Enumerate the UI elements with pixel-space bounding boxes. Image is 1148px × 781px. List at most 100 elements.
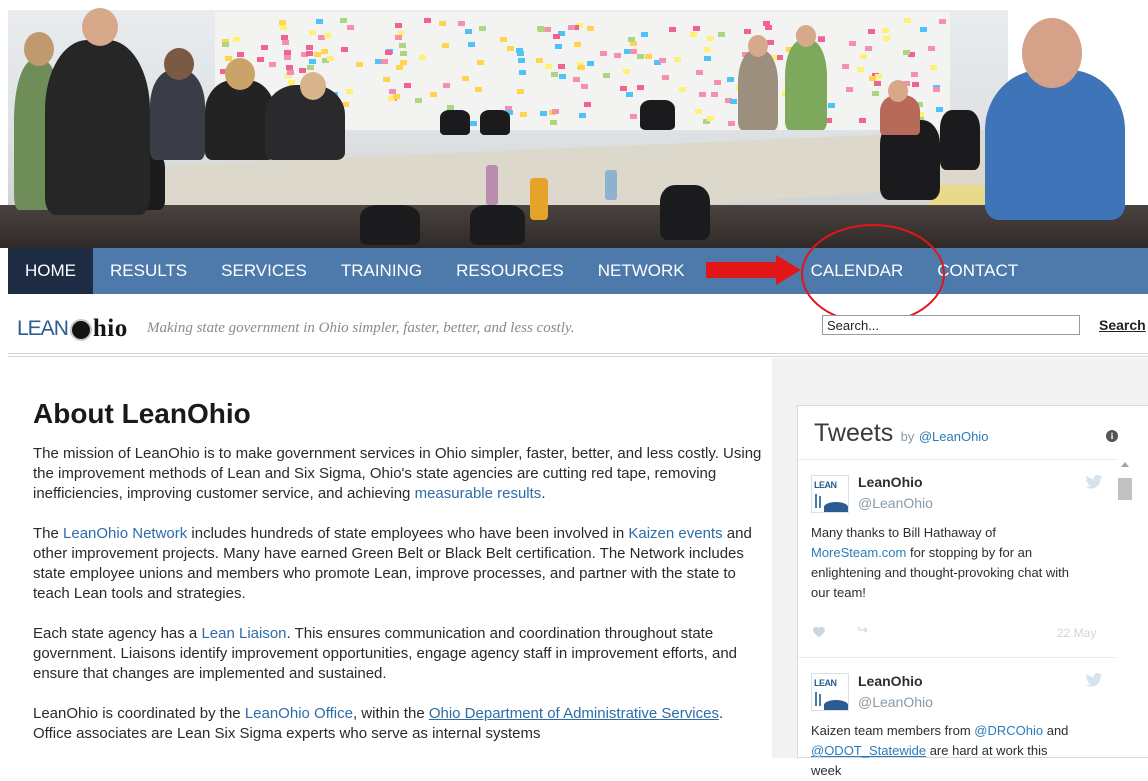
sticky-note — [707, 115, 715, 121]
nav-network[interactable]: NETWORK — [581, 248, 702, 294]
nav-resources[interactable]: RESOURCES — [439, 248, 581, 294]
sticky-note — [237, 51, 245, 57]
sticky-note — [400, 60, 408, 66]
hero-bottle — [605, 170, 617, 200]
scroll-up-arrow-icon[interactable] — [1121, 462, 1129, 467]
sticky-note — [625, 92, 633, 98]
sticky-note — [859, 54, 867, 60]
sticky-note — [659, 58, 667, 64]
page-title: About LeanOhio — [33, 398, 251, 429]
sticky-note — [579, 113, 587, 119]
tweet-mention-link[interactable]: @DRCOhio — [974, 723, 1043, 738]
nav-services[interactable]: SERVICES — [204, 248, 324, 294]
tweet-avatar[interactable]: LEAN — [811, 475, 849, 513]
nav-training[interactable]: TRAINING — [324, 248, 439, 294]
share-icon[interactable]: ↪ — [857, 622, 868, 638]
nav-calendar[interactable]: CALENDAR — [794, 248, 921, 294]
sticky-note — [222, 41, 230, 47]
tweets-handle-link[interactable]: @LeanOhio — [919, 429, 989, 444]
tweet-author-name[interactable]: LeanOhio — [858, 474, 923, 490]
sticky-note — [394, 35, 402, 41]
nav-home[interactable]: HOME — [8, 248, 93, 294]
sticky-note — [849, 40, 857, 46]
link-kaizen-events[interactable]: Kaizen events — [628, 525, 722, 542]
sticky-note — [550, 119, 558, 125]
sticky-note — [260, 44, 268, 50]
sticky-note — [399, 50, 407, 56]
tweet-link[interactable]: MoreSteam.com — [811, 545, 906, 560]
sticky-note — [284, 55, 292, 61]
sticky-note — [763, 20, 771, 26]
sticky-note — [536, 25, 544, 31]
tweet-text-part: and — [1043, 723, 1069, 738]
sticky-note — [714, 80, 722, 86]
sticky-note — [443, 82, 451, 88]
search-button[interactable]: Search — [1099, 317, 1146, 333]
sticky-note — [695, 109, 703, 115]
sticky-note — [882, 35, 890, 41]
link-lean-liaison[interactable]: Lean Liaison — [201, 625, 286, 642]
tweet-author-handle[interactable]: @LeanOhio — [858, 694, 933, 710]
hero-chair — [440, 110, 470, 135]
hero-person-head — [164, 48, 194, 80]
tweet-text-part: Kaizen team members from — [811, 723, 975, 738]
sticky-note — [933, 87, 941, 93]
sticky-note — [868, 29, 876, 34]
main-content: About LeanOhio The mission of LeanOhio i… — [33, 398, 763, 744]
tweets-by: by — [900, 429, 915, 444]
scrollbar-thumb[interactable] — [1118, 478, 1132, 500]
sticky-note — [257, 56, 265, 62]
sticky-note — [872, 90, 880, 96]
sticky-note — [478, 26, 486, 32]
divider — [798, 657, 1116, 658]
tweet-author-handle[interactable]: @LeanOhio — [858, 495, 933, 511]
twitter-bird-icon[interactable] — [1085, 673, 1103, 687]
search-input[interactable] — [822, 315, 1080, 335]
about-paragraph-liaison: Each state agency has a Lean Liaison. Th… — [33, 624, 763, 684]
sticky-note — [544, 64, 552, 70]
hero-chair — [660, 185, 710, 240]
sticky-note — [544, 27, 552, 33]
sticky-note — [398, 43, 406, 49]
paragraph-text: The — [33, 525, 64, 542]
twitter-bird-icon[interactable] — [1085, 475, 1103, 489]
sticky-note — [520, 111, 528, 117]
sticky-note — [340, 46, 348, 52]
nav-results[interactable]: RESULTS — [93, 248, 204, 294]
hero-chair — [470, 205, 525, 245]
tweet-avatar[interactable]: LEAN — [811, 673, 849, 711]
nav-contact[interactable]: CONTACT — [920, 248, 1035, 294]
like-heart-icon[interactable] — [812, 625, 826, 638]
tweet-author-name[interactable]: LeanOhio — [858, 673, 923, 689]
hero-person-head — [748, 35, 768, 57]
sticky-note — [536, 57, 544, 63]
avatar-logo-swoosh — [824, 502, 848, 512]
avatar-logo-text: LEAN — [814, 480, 837, 490]
hero-person-head — [796, 25, 816, 47]
logo-hio-text: hio — [92, 315, 128, 342]
sticky-note — [559, 74, 567, 80]
avatar-logo-mark — [819, 694, 821, 706]
sticky-note — [551, 72, 559, 78]
tweet-date[interactable]: 22 May — [1057, 626, 1096, 640]
paragraph-text: Each state agency has a — [33, 625, 202, 642]
sticky-note — [519, 70, 527, 76]
tweets-scrollbar[interactable] — [1117, 459, 1134, 758]
hero-chair — [480, 110, 510, 135]
link-leanohio-office[interactable]: LeanOhio Office — [245, 705, 353, 722]
tweet-mention-link[interactable]: @ODOT_Statewide — [811, 743, 926, 758]
info-icon[interactable]: i — [1106, 430, 1118, 442]
hero-person-head — [1022, 18, 1082, 88]
paragraph-text: The mission of LeanOhio is to make gover… — [33, 445, 762, 502]
sticky-note — [845, 86, 853, 92]
logo-circle-icon — [69, 319, 92, 341]
leanohio-logo[interactable]: LEAN hio — [17, 314, 128, 344]
avatar-logo-swoosh — [824, 700, 848, 710]
sticky-note — [690, 32, 698, 38]
sticky-note — [619, 86, 627, 92]
link-leanohio-network[interactable]: LeanOhio Network — [63, 525, 187, 542]
sticky-note — [936, 107, 944, 113]
link-ohio-das[interactable]: Ohio Department of Administrative Servic… — [429, 705, 719, 722]
sticky-note — [580, 84, 588, 90]
link-measurable-results[interactable]: measurable results — [415, 485, 542, 502]
